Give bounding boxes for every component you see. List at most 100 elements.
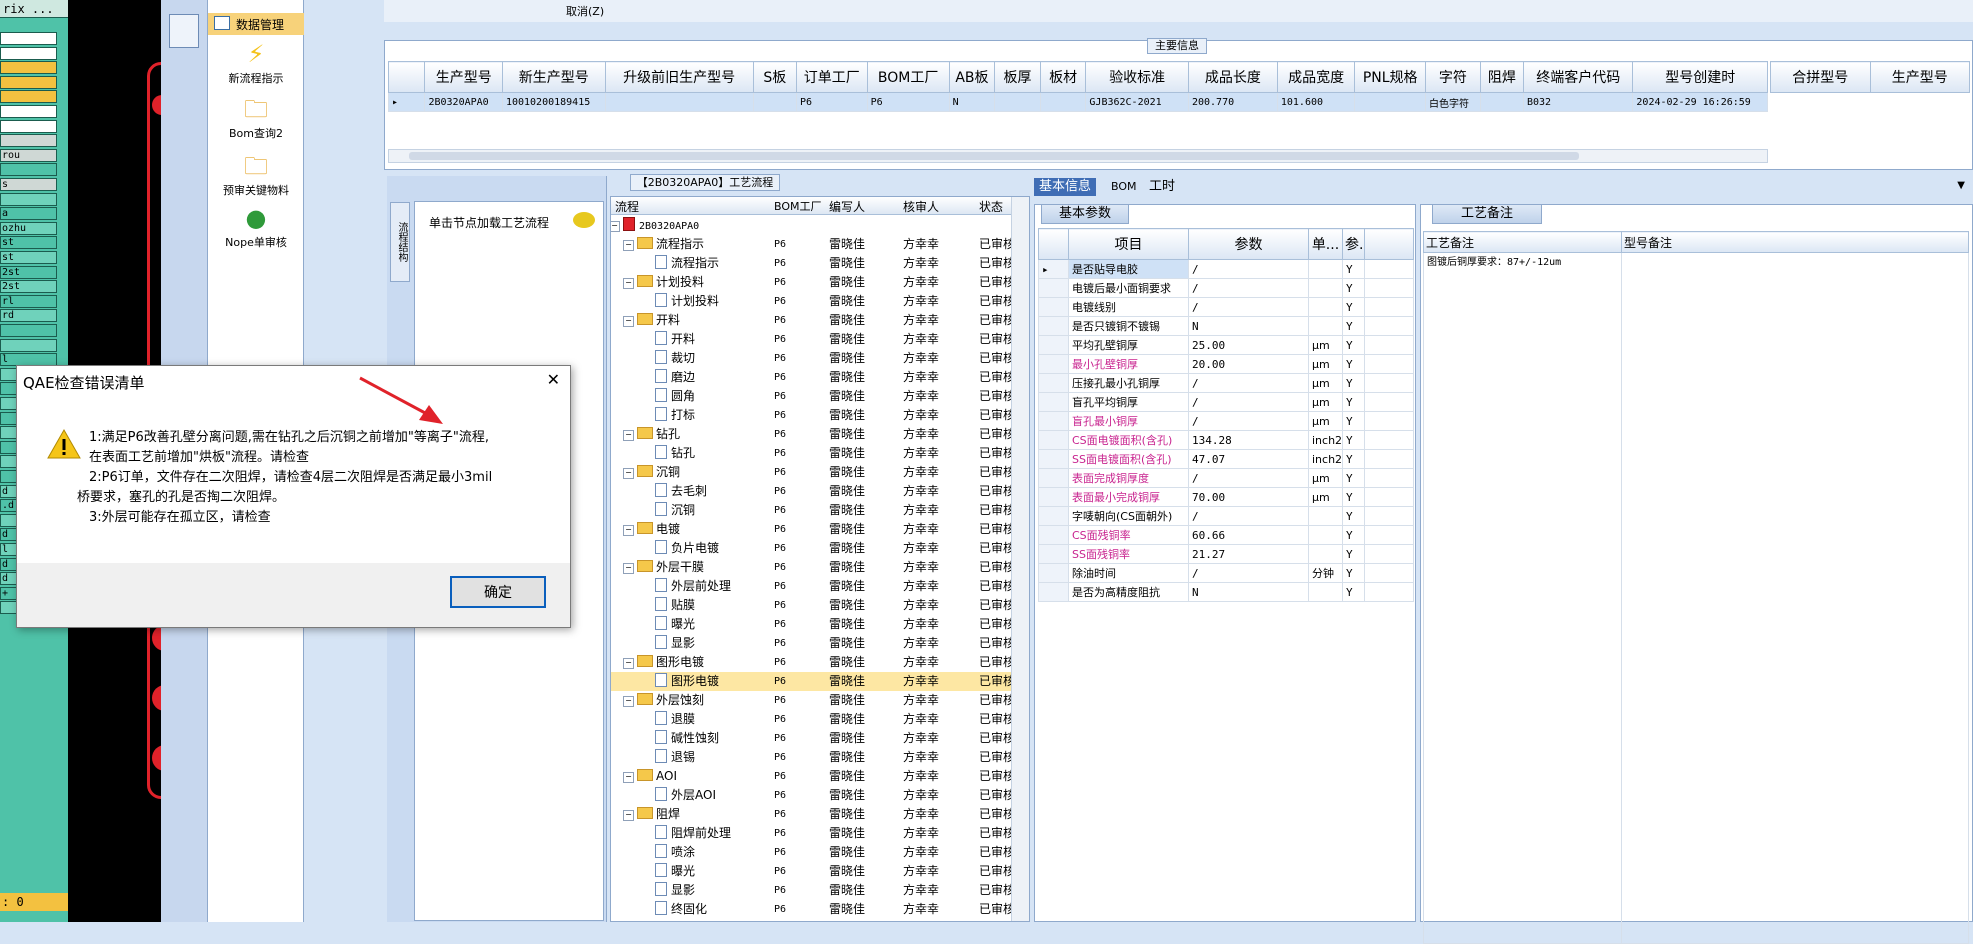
param-extra-cell[interactable]: [1364, 335, 1414, 355]
row-indicator[interactable]: [1038, 525, 1069, 545]
tree-node[interactable]: 显影 P6 雷晓佳 方幸幸 已审核: [611, 881, 1015, 900]
param-unit-cell[interactable]: [1308, 525, 1343, 545]
param-item-cell[interactable]: 表面最小完成铜厚: [1068, 487, 1189, 507]
column-header[interactable]: 成品长度: [1187, 61, 1278, 93]
row-indicator[interactable]: [1038, 297, 1069, 317]
nav-item-bom-query[interactable]: 🗀 Bom查询2: [208, 95, 304, 141]
param-unit-cell[interactable]: [1308, 259, 1343, 279]
layer-row[interactable]: st: [0, 251, 57, 264]
param-item-cell[interactable]: 盲孔平均铜厚: [1068, 392, 1189, 412]
param-unit-cell[interactable]: [1308, 278, 1343, 298]
table-cell[interactable]: [752, 92, 797, 112]
table-row[interactable]: CS面残铜率 60.66 Y: [1038, 525, 1414, 545]
table-cell[interactable]: 2B0320APA0: [424, 92, 503, 112]
param-flag-cell[interactable]: Y: [1342, 563, 1365, 583]
table-row[interactable]: 字唛朝向(CS面朝外) / Y: [1038, 506, 1414, 526]
table-row[interactable]: SS面残铜率 21.27 Y: [1038, 544, 1414, 564]
row-indicator[interactable]: [1038, 430, 1069, 450]
nav-item-key-materials[interactable]: 🗀 预审关键物料: [208, 152, 304, 198]
tree-node[interactable]: 裁切 P6 雷晓佳 方幸幸 已审核: [611, 349, 1015, 368]
layer-row[interactable]: 2st: [0, 280, 57, 294]
column-header[interactable]: 升级前旧生产型号: [604, 61, 754, 93]
param-extra-cell[interactable]: [1364, 297, 1414, 317]
param-extra-cell[interactable]: [1364, 544, 1414, 564]
param-unit-cell[interactable]: [1308, 506, 1343, 526]
param-extra-cell[interactable]: [1364, 525, 1414, 545]
collapse-icon[interactable]: −: [623, 430, 634, 441]
param-value-cell[interactable]: N: [1188, 582, 1309, 602]
model-note-cell[interactable]: [1621, 252, 1969, 944]
vertical-scrollbar[interactable]: [1011, 197, 1029, 921]
table-row[interactable]: 平均孔壁铜厚 25.00 μm Y: [1038, 335, 1414, 355]
column-header[interactable]: 验收标准: [1085, 61, 1189, 93]
column-header[interactable]: 合拼型号: [1770, 61, 1871, 93]
layer-row[interactable]: [0, 75, 57, 89]
param-value-cell[interactable]: /: [1188, 563, 1309, 583]
layer-row[interactable]: [0, 90, 57, 104]
tree-node[interactable]: 显影 P6 雷晓佳 方幸幸 已审核: [611, 634, 1015, 653]
table-cell[interactable]: N: [948, 92, 996, 112]
tree-node[interactable]: − 开料 P6 雷晓佳 方幸幸 已审核: [611, 311, 1015, 330]
collapse-icon[interactable]: −: [623, 658, 634, 669]
param-unit-cell[interactable]: μm: [1308, 373, 1343, 393]
table-cell[interactable]: [1479, 92, 1525, 112]
tree-node[interactable]: 外层AOI P6 雷晓佳 方幸幸 已审核: [611, 786, 1015, 805]
tree-node[interactable]: − 电镀 P6 雷晓佳 方幸幸 已审核: [611, 520, 1015, 539]
table-cell[interactable]: GJB362C-2021: [1085, 92, 1189, 112]
param-value-cell[interactable]: /: [1188, 468, 1309, 488]
tree-node[interactable]: 图形电镀 P6 雷晓佳 方幸幸 已审核: [611, 672, 1015, 691]
tab-basic-info[interactable]: 基本信息: [1034, 178, 1097, 196]
param-extra-cell[interactable]: [1364, 449, 1414, 469]
table-cell[interactable]: 白色字符: [1425, 92, 1481, 112]
row-indicator[interactable]: [1038, 316, 1069, 336]
tree-node[interactable]: 外层前处理 P6 雷晓佳 方幸幸 已审核: [611, 577, 1015, 596]
table-cell[interactable]: [1354, 92, 1426, 112]
column-header[interactable]: 生产型号: [424, 61, 503, 93]
column-header[interactable]: 板材: [1039, 61, 1087, 93]
row-indicator[interactable]: [1038, 392, 1069, 412]
column-header[interactable]: 终端客户代码: [1522, 61, 1634, 93]
column-header[interactable]: 成品宽度: [1276, 61, 1356, 93]
tree-node[interactable]: − 钻孔 P6 雷晓佳 方幸幸 已审核: [611, 425, 1015, 444]
column-header[interactable]: 型号创建时: [1632, 61, 1768, 93]
param-flag-cell[interactable]: Y: [1342, 506, 1365, 526]
tree-node[interactable]: 圆角 P6 雷晓佳 方幸幸 已审核: [611, 387, 1015, 406]
table-row[interactable]: 最小孔壁铜厚 20.00 μm Y: [1038, 354, 1414, 374]
param-item-cell[interactable]: 是否为高精度阻抗: [1068, 582, 1189, 602]
table-row[interactable]: 是否只镀铜不镀锡 N Y: [1038, 316, 1414, 336]
layer-row[interactable]: 2st: [0, 265, 57, 279]
param-extra-cell[interactable]: [1364, 506, 1414, 526]
param-value-cell[interactable]: 25.00: [1188, 335, 1309, 355]
table-cell[interactable]: 2024-02-29 16:26:59: [1632, 92, 1768, 112]
param-value-cell[interactable]: /: [1188, 392, 1309, 412]
ok-button[interactable]: 确定: [450, 576, 546, 608]
param-unit-cell[interactable]: [1308, 582, 1343, 602]
column-header[interactable]: BOM工厂: [866, 61, 950, 93]
row-indicator[interactable]: [1038, 563, 1069, 583]
layer-row[interactable]: [0, 119, 57, 133]
tree-node[interactable]: − 沉铜 P6 雷晓佳 方幸幸 已审核: [611, 463, 1015, 482]
table-row[interactable]: 表面完成铜厚度 / μm Y: [1038, 468, 1414, 488]
param-item-cell[interactable]: 是否只镀铜不镀锡: [1068, 316, 1189, 336]
param-flag-cell[interactable]: Y: [1342, 582, 1365, 602]
tab-work-hours[interactable]: 工时: [1144, 178, 1180, 196]
nav-item-nope-review[interactable]: ● Nope单审核: [208, 204, 304, 250]
collapse-icon[interactable]: −: [623, 240, 634, 251]
param-flag-cell[interactable]: Y: [1342, 449, 1365, 469]
param-item-cell[interactable]: 表面完成铜厚度: [1068, 468, 1189, 488]
layer-row[interactable]: [0, 324, 57, 337]
param-unit-cell[interactable]: μm: [1308, 335, 1343, 355]
table-cell[interactable]: 10010200189415: [501, 92, 606, 112]
table-row[interactable]: SS面电镀面积(含孔) 47.07 inch2 Y: [1038, 449, 1414, 469]
row-indicator[interactable]: [1038, 411, 1069, 431]
table-row[interactable]: 是否为高精度阻抗 N Y: [1038, 582, 1414, 602]
param-flag-cell[interactable]: Y: [1342, 468, 1365, 488]
collapse-icon[interactable]: −: [623, 563, 634, 574]
param-unit-cell[interactable]: μm: [1308, 411, 1343, 431]
collapse-icon[interactable]: −: [623, 468, 634, 479]
row-indicator[interactable]: [1038, 487, 1069, 507]
param-extra-cell[interactable]: [1364, 582, 1414, 602]
param-value-cell[interactable]: 20.00: [1188, 354, 1309, 374]
flow-structure-tab[interactable]: 流程结构: [390, 202, 410, 282]
layer-row[interactable]: [0, 32, 57, 45]
